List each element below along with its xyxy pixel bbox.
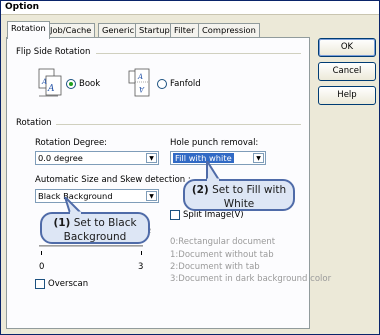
overscan-checkbox[interactable] (35, 279, 45, 289)
tab-type-slider[interactable] (39, 245, 143, 247)
hole-punch-label: Hole punch removal: (170, 138, 259, 148)
callout-1-number: (1) (53, 217, 71, 229)
book-label: Book (79, 79, 101, 89)
callout-black-background: (1) Set to Black Background (40, 212, 150, 244)
svg-text:A: A (41, 78, 47, 86)
callout-2-text-a: Set to Fill with (212, 184, 287, 196)
svg-text:A: A (137, 73, 143, 81)
option-dialog: Option Rotation Job/Cache Generic Startu… (0, 0, 380, 335)
callout-1-pointer (64, 197, 84, 215)
callout-2-text-b: White (223, 198, 255, 210)
fanfold-label: Fanfold (170, 79, 201, 89)
title-bar: Option (1, 1, 379, 15)
tab-startup[interactable]: Startup (135, 23, 174, 38)
radio-selected-dot (69, 82, 73, 86)
auto-size-label: Automatic Size and Skew detection : (35, 175, 191, 185)
rotation-degree-value: 0.0 degree (38, 153, 83, 163)
slider-tick (41, 251, 42, 255)
rotation-divider (56, 124, 301, 125)
callout-fill-with-white: (2) Set to Fill with White (183, 179, 295, 211)
slider-min-label: 0 (39, 262, 45, 272)
svg-text:A: A (139, 85, 145, 93)
ok-button[interactable]: OK (318, 38, 376, 57)
tab-rotation[interactable]: Rotation (7, 21, 50, 39)
help-button[interactable]: Help (318, 86, 376, 105)
book-radio[interactable] (66, 79, 76, 89)
book-document-icon: A A (38, 68, 62, 97)
dialog-title: Option (5, 2, 40, 12)
split-image-label: Split Image(V) (183, 210, 244, 220)
chevron-down-icon[interactable]: ▼ (253, 153, 264, 163)
tab-option-0: 0:Rectangular document (170, 237, 276, 247)
cancel-button[interactable]: Cancel (318, 62, 376, 81)
tab-option-2: 2:Document with tab (170, 262, 260, 272)
flip-side-divider (96, 53, 301, 54)
tab-option-3: 3:Document in dark background color (170, 274, 332, 284)
split-image-checkbox[interactable] (170, 210, 180, 220)
tab-generic[interactable]: Generic (98, 23, 139, 38)
svg-text:A: A (47, 84, 55, 94)
flip-side-group-title: Flip Side Rotation (16, 47, 91, 57)
fanfold-document-icon: A A (128, 68, 150, 97)
slider-max-label: 3 (138, 262, 144, 272)
tab-compression[interactable]: Compression (198, 23, 260, 38)
rotation-degree-select[interactable]: 0.0 degree ▼ (35, 151, 159, 165)
rotation-degree-label: Rotation Degree: (35, 138, 108, 148)
fanfold-radio[interactable] (157, 79, 167, 89)
tab-option-1: 1:Document without tab (170, 250, 274, 260)
tab-strip: Rotation Job/Cache Generic Startup Filte… (7, 21, 307, 39)
chevron-down-icon[interactable]: ▼ (146, 191, 157, 201)
callout-1-text-b: Background (63, 231, 127, 243)
callout-2-pointer (206, 161, 221, 181)
callout-1-text-a: Set to Black (73, 217, 137, 229)
rotation-group-title: Rotation (16, 118, 52, 128)
slider-tick (141, 251, 142, 255)
auto-size-select[interactable]: Black Background ▼ (35, 189, 159, 203)
callout-2-number: (2) (191, 184, 209, 196)
chevron-down-icon[interactable]: ▼ (146, 153, 157, 163)
tab-filter[interactable]: Filter (170, 23, 199, 38)
tab-job-cache[interactable]: Job/Cache (46, 23, 96, 38)
overscan-label: Overscan (48, 279, 89, 289)
